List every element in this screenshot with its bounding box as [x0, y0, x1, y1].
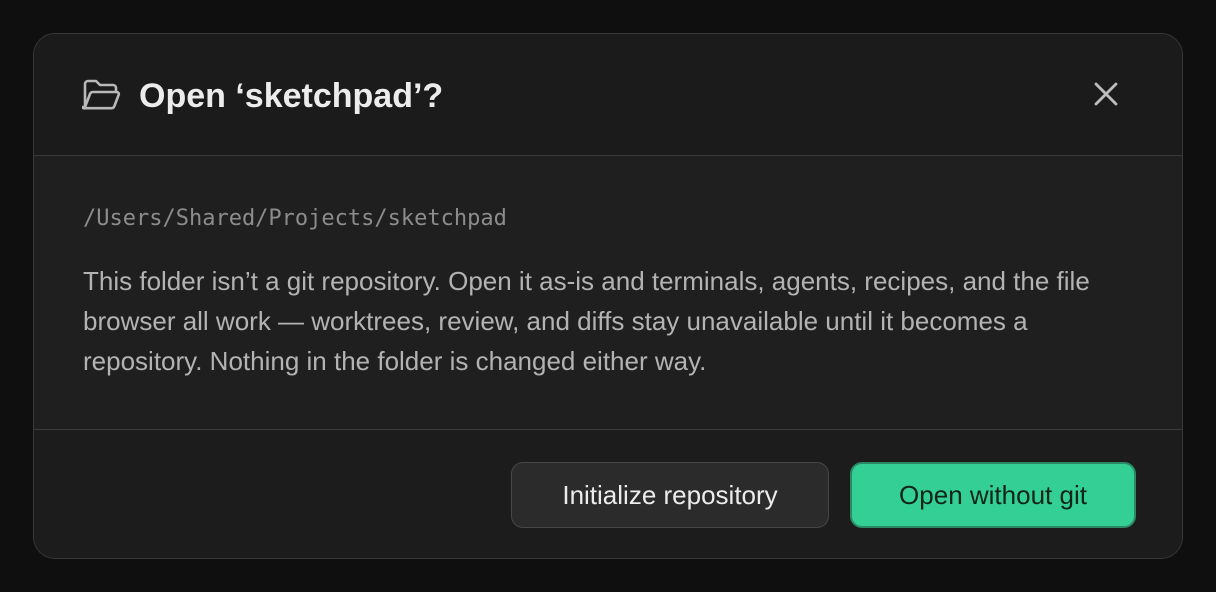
open-without-git-button[interactable]: Open without git: [850, 462, 1136, 528]
dialog-header: Open ‘sketchpad’?: [34, 34, 1182, 156]
dialog-body: /Users/Shared/Projects/sketchpad This fo…: [34, 156, 1182, 430]
close-icon: [1093, 81, 1119, 112]
dialog-footer: Initialize repository Open without git: [34, 429, 1182, 558]
dialog-title: Open ‘sketchpad’?: [139, 77, 444, 115]
folder-open-icon: [80, 78, 122, 114]
close-button[interactable]: [1086, 76, 1126, 116]
folder-path: /Users/Shared/Projects/sketchpad: [83, 206, 507, 231]
initialize-repository-button[interactable]: Initialize repository: [511, 462, 829, 528]
dialog-description: This folder isn’t a git repository. Open…: [83, 266, 1090, 376]
open-folder-dialog: Open ‘sketchpad’? /Users/Shared/Projects…: [33, 33, 1183, 559]
